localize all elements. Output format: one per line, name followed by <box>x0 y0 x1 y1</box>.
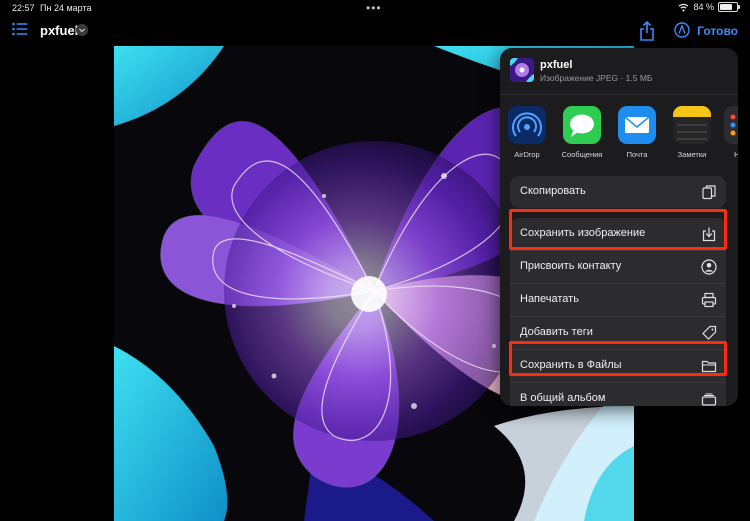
messages-icon <box>563 106 601 144</box>
navigation-bar: pxfuel Готово <box>0 16 750 46</box>
app-notes[interactable]: Заметки <box>667 106 717 159</box>
app-mail[interactable]: Почта <box>612 106 662 159</box>
highlight-save-to-files <box>509 341 727 376</box>
action-copy[interactable]: Скопировать <box>510 176 726 208</box>
copy-icon <box>702 185 716 200</box>
app-label: Напо <box>734 150 738 159</box>
contact-icon <box>701 259 717 275</box>
app-label: Сообщения <box>561 150 603 159</box>
wifi-icon <box>679 3 689 12</box>
tag-icon <box>702 325 717 340</box>
action-shared-album[interactable]: В общий альбом <box>510 383 726 406</box>
share-sheet-subtitle: Изображение JPEG · 1.5 МБ <box>540 73 653 83</box>
action-print[interactable]: Напечатать <box>510 284 726 317</box>
status-time: 22:57 <box>12 3 35 13</box>
status-bar: 22:57 Пн 24 марта ••• 84 % <box>0 0 750 16</box>
battery-icon <box>718 2 740 12</box>
app-messages[interactable]: Сообщения <box>557 106 607 159</box>
share-icon[interactable] <box>638 20 656 42</box>
mail-icon <box>618 106 656 144</box>
done-button[interactable]: Готово <box>697 24 738 38</box>
list-icon[interactable] <box>12 22 28 36</box>
action-label: Присвоить контакту <box>520 260 622 272</box>
share-sheet-title: pxfuel <box>540 59 573 71</box>
reminders-icon <box>724 106 738 144</box>
app-label: Заметки <box>677 150 707 159</box>
app-reminders[interactable]: Напо <box>718 106 738 159</box>
chevron-down-icon[interactable] <box>76 24 88 36</box>
airdrop-icon <box>508 106 546 144</box>
notes-icon <box>673 106 711 144</box>
action-label: Добавить теги <box>520 326 593 338</box>
share-apps-row: AirDrop Сообщения Почта Заметки Н <box>500 106 738 176</box>
copy-group: Скопировать <box>510 176 726 208</box>
status-date: Пн 24 марта <box>40 3 92 13</box>
image-thumbnail <box>510 58 534 82</box>
share-sheet-header: pxfuel Изображение JPEG · 1.5 МБ <box>500 48 738 95</box>
battery-percent: 84 % <box>693 2 714 12</box>
action-label: В общий альбом <box>520 392 606 404</box>
shared-album-icon <box>701 393 717 406</box>
action-label: Напечатать <box>520 293 579 305</box>
printer-icon <box>701 292 717 308</box>
app-label: Почта <box>626 150 648 159</box>
app-label: AirDrop <box>514 150 540 159</box>
document-title[interactable]: pxfuel <box>40 23 78 38</box>
app-airdrop[interactable]: AirDrop <box>502 106 552 159</box>
action-assign-contact[interactable]: Присвоить контакту <box>510 251 726 284</box>
multitasking-dots-icon[interactable]: ••• <box>366 1 382 15</box>
markup-icon[interactable] <box>674 22 690 38</box>
highlight-save-image <box>509 209 727 250</box>
status-right: 84 % <box>678 2 740 12</box>
action-label: Скопировать <box>520 185 586 197</box>
